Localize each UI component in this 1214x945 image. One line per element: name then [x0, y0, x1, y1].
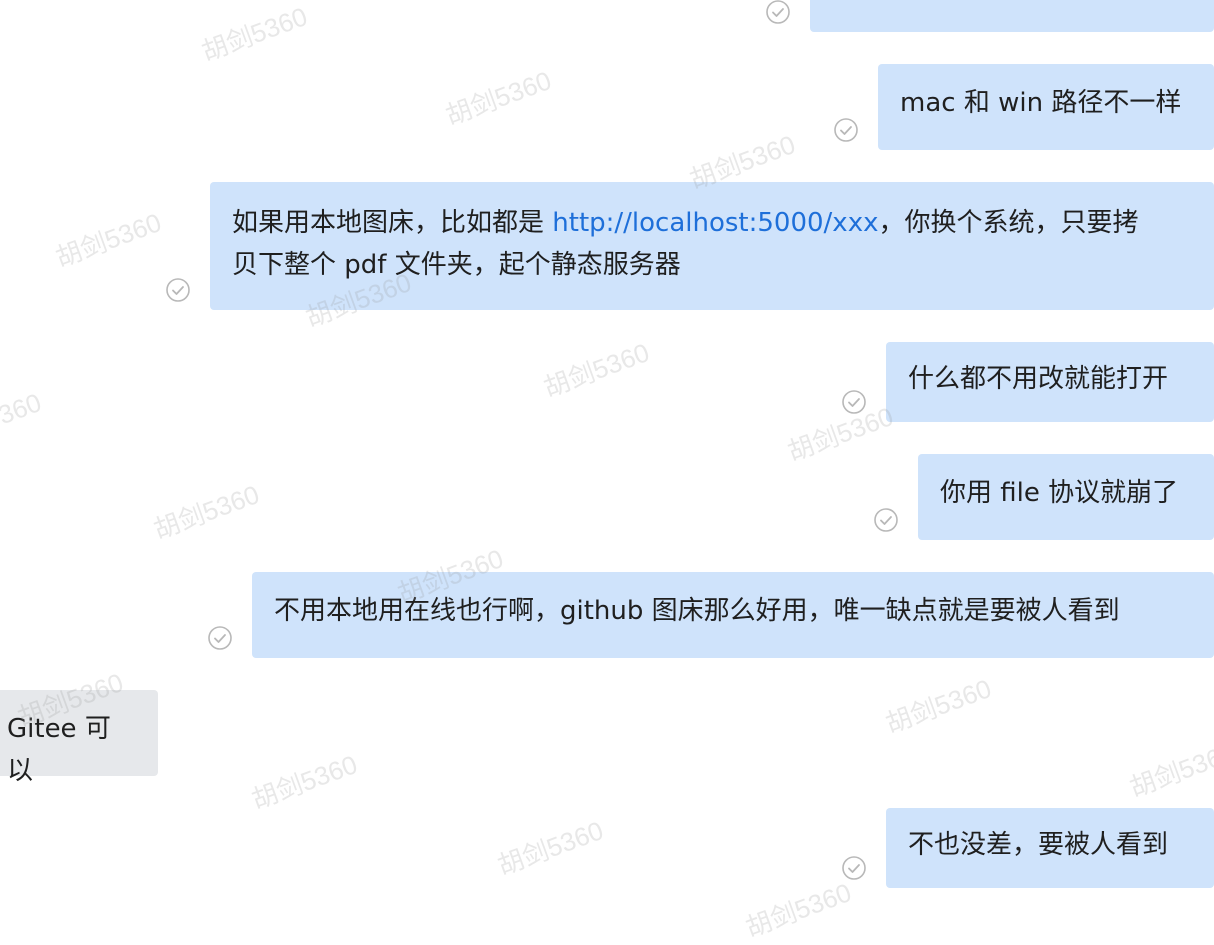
message-bubble-outgoing[interactable]: mac 和 win 路径不一样: [878, 64, 1214, 150]
message-bubble-outgoing[interactable]: 什么都不用改就能打开: [886, 342, 1214, 422]
message-text: 贝下整个 pdf 文件夹，起个静态服务器: [232, 250, 681, 280]
check-circle-icon: [842, 856, 866, 880]
message-bubble-outgoing[interactable]: [810, 0, 1214, 32]
check-circle-icon: [166, 278, 190, 302]
watermark: 胡剑5360: [197, 1, 312, 67]
watermark: 胡剑5360: [247, 749, 362, 815]
message-text: 你用 file 协议就崩了: [940, 478, 1179, 508]
watermark: 胡剑5360: [493, 815, 608, 881]
message-text: mac 和 win 路径不一样: [900, 88, 1182, 118]
check-circle-icon: [208, 626, 232, 650]
message-line: 如果用本地图床，比如都是 http://localhost:5000/xxx，你…: [232, 202, 1192, 244]
message-text: 如果用本地图床，比如都是: [232, 208, 553, 238]
check-circle-icon: [842, 390, 866, 414]
watermark: 胡剑5360: [51, 207, 166, 273]
message-text: 什么都不用改就能打开: [908, 364, 1169, 394]
message-line: 贝下整个 pdf 文件夹，起个静态服务器: [232, 244, 1192, 286]
message-bubble-incoming[interactable]: Gitee 可以: [0, 690, 158, 786]
message-bubble-outgoing[interactable]: 不也没差，要被人看到: [886, 808, 1214, 888]
watermark: 胡剑5360: [741, 877, 856, 943]
watermark: 胡剑5360: [149, 479, 264, 545]
message-text: 不用本地用在线也行啊，github 图床那么好用，唯一缺点就是要被人看到: [274, 596, 1120, 626]
watermark: 胡剑5360: [0, 387, 46, 453]
message-text: Gitee 可以: [7, 714, 111, 786]
message-text: ，你换个系统，只要拷: [878, 208, 1139, 238]
watermark: 胡剑5360: [881, 673, 996, 739]
message-bubble-outgoing[interactable]: 你用 file 协议就崩了: [918, 454, 1214, 540]
check-circle-icon: [766, 0, 790, 24]
check-circle-icon: [834, 118, 858, 142]
watermark: 胡剑5360: [783, 401, 898, 467]
message-bubble-outgoing[interactable]: 不用本地用在线也行啊，github 图床那么好用，唯一缺点就是要被人看到: [252, 572, 1214, 658]
message-link[interactable]: http://localhost:5000/xxx: [552, 208, 878, 238]
message-text: 不也没差，要被人看到: [908, 830, 1169, 860]
message-bubble-outgoing[interactable]: 如果用本地图床，比如都是 http://localhost:5000/xxx，你…: [210, 182, 1214, 310]
watermark: 胡剑5360: [441, 65, 556, 131]
check-circle-icon: [874, 508, 898, 532]
watermark: 胡剑5360: [1125, 737, 1214, 803]
watermark: 胡剑5360: [539, 337, 654, 403]
